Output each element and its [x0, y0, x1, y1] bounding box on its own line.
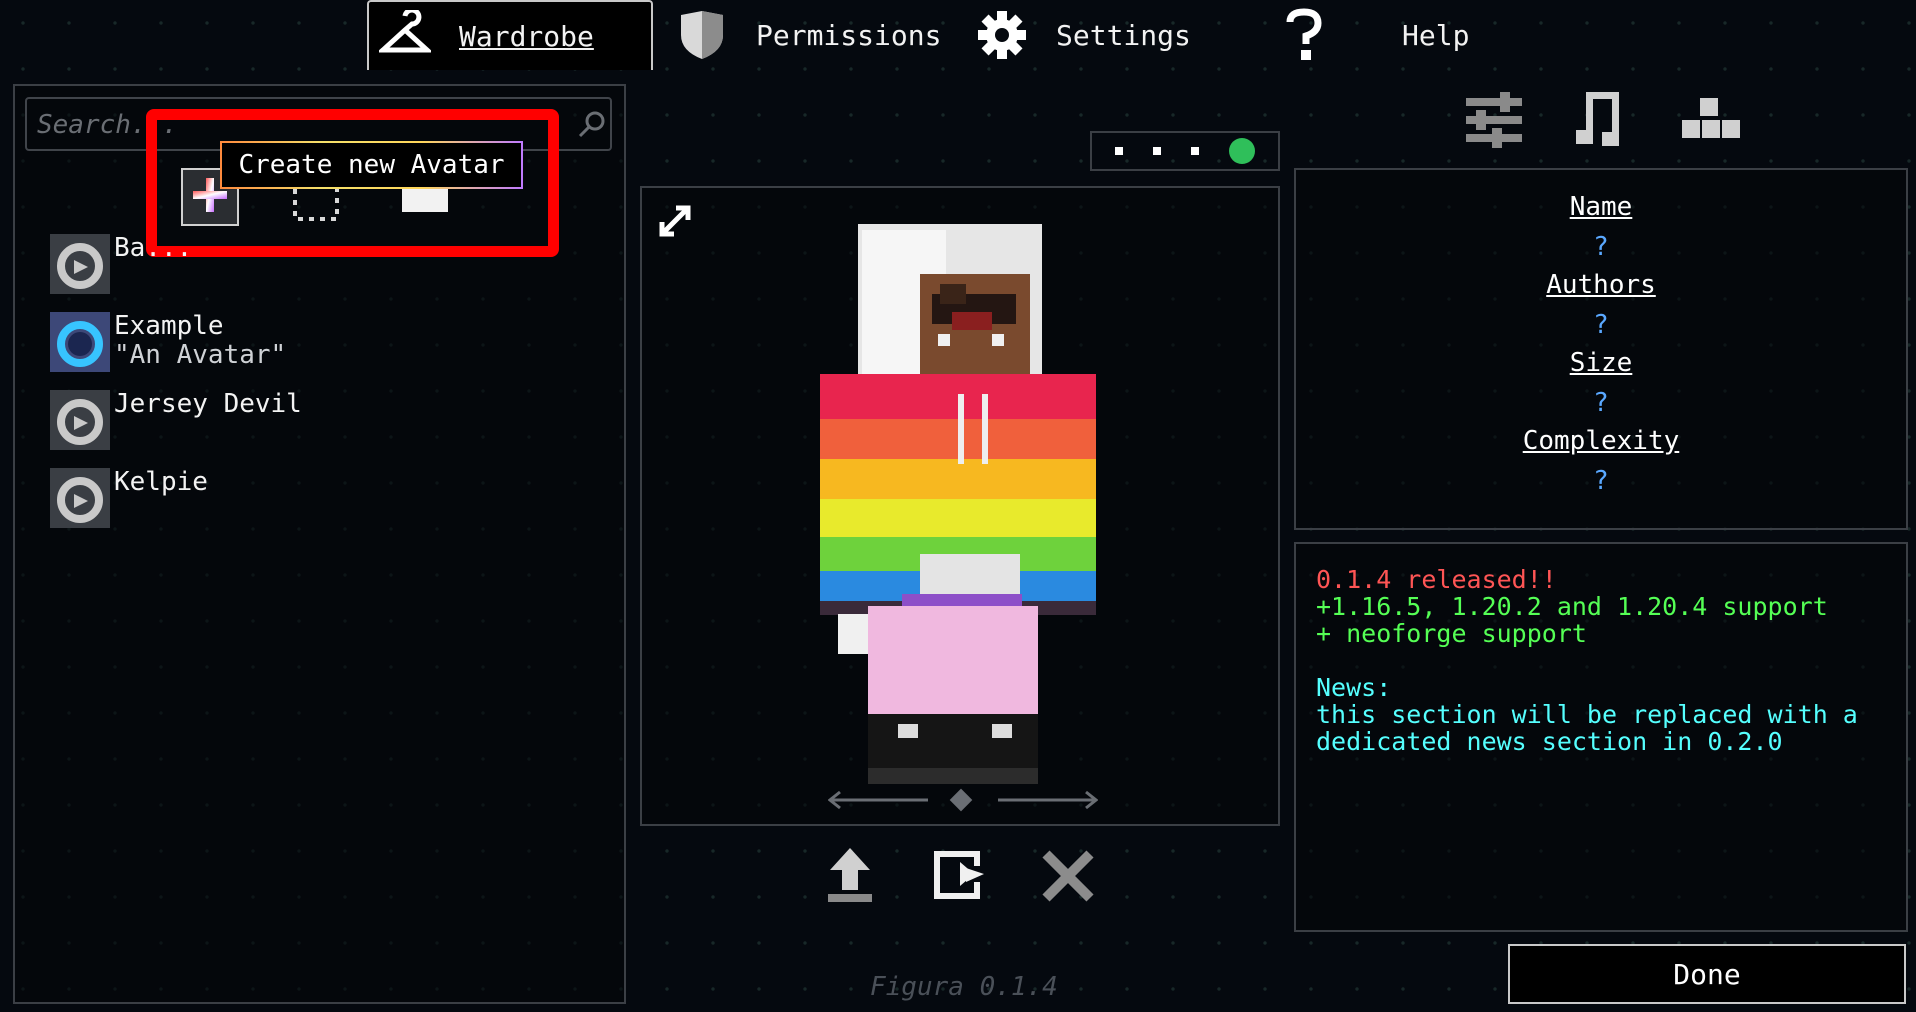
done-button[interactable]: Done — [1508, 944, 1906, 1004]
tab-settings-label: Settings — [1056, 18, 1191, 52]
rotation-slider[interactable] — [827, 788, 1099, 812]
blocks-icon[interactable] — [1680, 96, 1740, 144]
tab-help-label: Help — [1402, 18, 1470, 52]
status-indicator — [1090, 131, 1280, 171]
sliders-icon[interactable] — [1464, 92, 1524, 152]
tab-help[interactable]: Help — [1276, 0, 1469, 70]
avatar-thumbnail — [50, 234, 110, 294]
news-line: 0.1.4 released!! — [1316, 565, 1557, 594]
tab-permissions[interactable]: Permissions — [674, 0, 941, 70]
authors-label: Authors — [1546, 270, 1656, 300]
avatar-name: Ba... — [114, 233, 193, 263]
list-item[interactable]: Example "An Avatar" — [50, 312, 286, 374]
avatar-description: "An Avatar" — [114, 340, 287, 370]
avatar-thumbnail — [50, 312, 110, 372]
hanger-icon — [377, 8, 433, 64]
expand-icon[interactable] — [658, 204, 692, 242]
status-dot — [1191, 147, 1199, 155]
avatar-info-panel: Name ? Authors ? Size ? Complexity ? — [1294, 168, 1908, 530]
tab-permissions-label: Permissions — [756, 18, 942, 52]
list-item[interactable]: Kelpie — [50, 468, 208, 530]
list-item[interactable]: Jersey Devil — [50, 390, 302, 452]
complexity-label: Complexity — [1522, 426, 1680, 456]
highlight-box — [146, 109, 559, 257]
avatar-model — [820, 224, 1096, 784]
shield-icon — [674, 7, 730, 63]
avatar-thumbnail — [50, 390, 110, 450]
list-item[interactable]: Ba... — [50, 234, 192, 296]
tab-wardrobe[interactable]: Wardrobe — [367, 0, 653, 70]
news-line: + neoforge support — [1316, 619, 1587, 648]
music-icon[interactable] — [1572, 88, 1632, 154]
reload-icon[interactable] — [934, 848, 990, 904]
size-value: ? — [1593, 388, 1609, 418]
news-panel: 0.1.4 released!! +1.16.5, 1.20.2 and 1.2… — [1294, 542, 1908, 932]
avatar-name: Kelpie — [114, 467, 208, 497]
name-value: ? — [1593, 232, 1609, 262]
news-line: dedicated news section in 0.2.0 — [1316, 727, 1783, 756]
avatar-preview-panel[interactable] — [640, 186, 1280, 826]
status-online-icon — [1229, 138, 1255, 164]
status-dot — [1115, 147, 1123, 155]
complexity-value: ? — [1593, 466, 1609, 496]
question-icon — [1276, 7, 1332, 63]
upload-icon[interactable] — [826, 846, 874, 908]
delete-icon[interactable] — [1040, 850, 1096, 906]
avatar-thumbnail — [50, 468, 110, 528]
news-line: News: — [1316, 673, 1392, 702]
avatar-name: Jersey Devil — [114, 389, 302, 419]
tab-settings[interactable]: Settings — [974, 0, 1191, 70]
name-label: Name — [1569, 192, 1633, 222]
version-label: Figura 0.1.4 — [870, 972, 1058, 1002]
authors-value: ? — [1593, 310, 1609, 340]
avatar-name: Example — [114, 311, 224, 341]
search-icon[interactable] — [577, 109, 607, 143]
tab-wardrobe-label: Wardrobe — [459, 19, 594, 53]
status-dot — [1153, 147, 1161, 155]
gear-icon — [974, 7, 1030, 63]
news-line: this section will be replaced with a — [1316, 700, 1858, 729]
news-line: +1.16.5, 1.20.2 and 1.20.4 support — [1316, 592, 1828, 621]
size-label: Size — [1569, 348, 1633, 378]
